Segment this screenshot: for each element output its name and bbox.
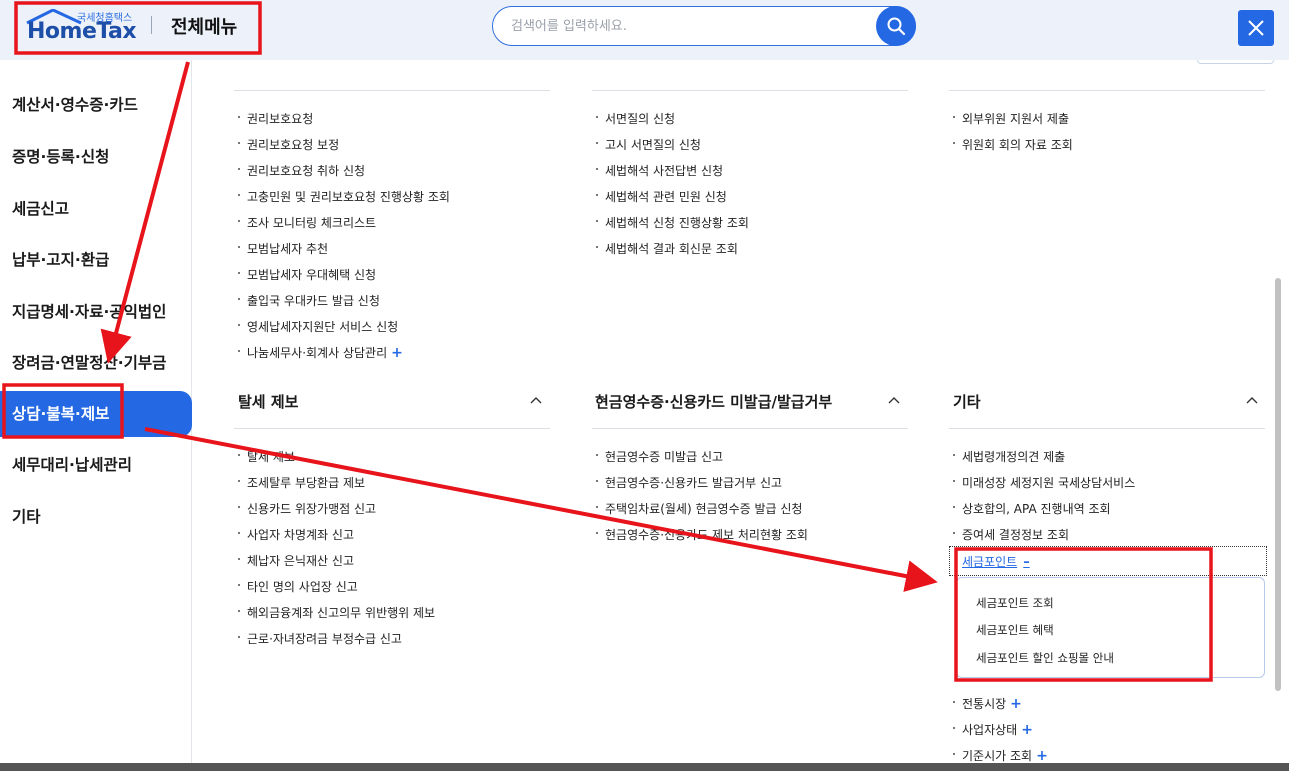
column-rule [234, 90, 550, 91]
menu-link[interactable]: 서면질의 신청 [596, 112, 749, 138]
section-rule [234, 428, 550, 429]
logo-text: HomeTax [27, 19, 137, 44]
submenu-link[interactable]: 세금포인트 할인 쇼핑몰 안내 [976, 650, 1114, 666]
sidebar-item-incentives[interactable]: 장려금·연말정산·기부금 [0, 340, 192, 386]
menu-link[interactable]: 조사 모니터링 체크리스트 [238, 216, 450, 242]
menu-list-committee: 외부위원 지원서 제출 위원회 회의 자료 조회 [953, 112, 1073, 164]
menu-link[interactable]: 현금영수증·신용카드 제보 처리현황 조회 [596, 528, 808, 554]
menu-link[interactable]: 체납자 은닉재산 신고 [238, 554, 435, 580]
menu-link[interactable]: 현금영수증·신용카드 발급거부 신고 [596, 476, 808, 502]
collapse-minus-icon: – [1023, 555, 1030, 570]
menu-list-etc: 세법령개정의견 제출 미래성장 세정지원 국세상담서비스 상호합의, APA 진… [953, 450, 1135, 554]
expand-plus-icon: + [1021, 722, 1033, 738]
close-icon [1248, 20, 1264, 36]
menu-list-rights-protection: 권리보호요청 권리보호요청 보정 권리보호요청 취하 신청 고충민원 및 권리보… [238, 112, 450, 372]
menu-list-etc-more: 전통시장 + 사업자상태 + 기준시가 조회 + [953, 697, 1048, 771]
menu-link[interactable]: 영세납세자지원단 서비스 신청 [238, 320, 450, 346]
section-rule [592, 428, 908, 429]
column-rule [592, 90, 908, 91]
menu-link-expandable[interactable]: 사업자상태 + [953, 723, 1048, 749]
chevron-up-icon[interactable] [529, 393, 543, 407]
menu-link[interactable]: 모범납세자 추천 [238, 242, 450, 268]
tax-point-toggle[interactable]: 세금포인트 – [949, 546, 1267, 576]
search-box [492, 6, 916, 46]
menu-link[interactable]: 세법해석 신청 진행상황 조회 [596, 216, 749, 242]
menu-link[interactable]: 주택임차료(월세) 현금영수증 발급 신청 [596, 502, 808, 528]
page-root: { "header": { "logo_caption": "국세청홈택스", … [0, 0, 1289, 771]
menu-link-expandable[interactable]: 나눔세무사·회계사 상담관리 + [238, 346, 450, 372]
menu-link[interactable]: 출입국 우대카드 발급 신청 [238, 294, 450, 320]
menu-link-label: 전통시장 [962, 697, 1007, 711]
menu-link[interactable]: 근로·자녀장려금 부정수급 신고 [238, 632, 435, 658]
hometax-logo[interactable]: 국세청홈택스 HomeTax [25, 9, 137, 44]
sidebar-item-tax-filing[interactable]: 세금신고 [0, 186, 192, 232]
menu-link[interactable]: 모범납세자 우대혜택 신청 [238, 268, 450, 294]
header-divider [151, 16, 152, 34]
menu-link[interactable]: 권리보호요청 보정 [238, 138, 450, 164]
sidebar-item-tax-agent[interactable]: 세무대리·납세관리 [0, 442, 192, 488]
menu-link-expandable[interactable]: 전통시장 + [953, 697, 1048, 723]
sidebar-item-etc[interactable]: 기타 [0, 494, 192, 540]
menu-link[interactable]: 세법해석 결과 회신문 조회 [596, 242, 749, 268]
menu-link[interactable]: 세법해석 관련 민원 신청 [596, 190, 749, 216]
search-input[interactable] [511, 16, 871, 36]
menu-link-label: 나눔세무사·회계사 상담관리 [247, 346, 388, 360]
menu-link[interactable]: 고시 서면질의 신청 [596, 138, 749, 164]
search-button[interactable] [876, 6, 916, 46]
menu-link[interactable]: 조세탈루 부당환급 제보 [238, 476, 435, 502]
sidebar-item-receipts-cards[interactable]: 계산서·영수증·카드 [0, 82, 192, 128]
expand-plus-icon: + [1010, 696, 1022, 712]
top-button-edge[interactable] [1197, 60, 1274, 64]
menu-link[interactable]: 고충민원 및 권리보호요청 진행상황 조회 [238, 190, 450, 216]
menu-link[interactable]: 해외금융계좌 신고의무 위반행위 제보 [238, 606, 435, 632]
menu-content: 권리보호요청 권리보호요청 보정 권리보호요청 취하 신청 고충민원 및 권리보… [192, 60, 1289, 771]
tax-point-link[interactable]: 세금포인트 – [962, 553, 1030, 570]
tax-point-label: 세금포인트 [962, 555, 1018, 569]
menu-link[interactable]: 권리보호요청 취하 신청 [238, 164, 450, 190]
sidebar-item-consult-appeal-report[interactable]: 상담·불복·제보 [0, 391, 192, 437]
scrollbar-thumb[interactable] [1275, 278, 1281, 691]
menu-link[interactable]: 세법해석 사전답변 신청 [596, 164, 749, 190]
close-button[interactable] [1238, 10, 1274, 46]
sidebar-item-payment[interactable]: 납부·고지·환급 [0, 237, 192, 283]
section-title-etc: 기타 [953, 393, 981, 411]
column-rule [949, 90, 1265, 91]
search-icon [887, 17, 906, 36]
menu-link[interactable]: 외부위원 지원서 제출 [953, 112, 1073, 138]
section-title-cash-receipt: 현금영수증·신용카드 미발급/발급거부 [595, 393, 833, 411]
chevron-up-icon[interactable] [1245, 393, 1259, 407]
menu-link[interactable]: 세법령개정의견 제출 [953, 450, 1135, 476]
menu-list-written-inquiry: 서면질의 신청 고시 서면질의 신청 세법해석 사전답변 신청 세법해석 관련 … [596, 112, 749, 268]
menu-link[interactable]: 위원회 회의 자료 조회 [953, 138, 1073, 164]
menu-link[interactable]: 타인 명의 사업장 신고 [238, 580, 435, 606]
section-title-tax-evasion: 탈세 제보 [238, 393, 299, 411]
category-sidebar: 계산서·영수증·카드 증명·등록·신청 세금신고 납부·고지·환급 지급명세·자… [0, 60, 192, 771]
menu-list-cash-receipt: 현금영수증 미발급 신고 현금영수증·신용카드 발급거부 신고 주택임차료(월세… [596, 450, 808, 554]
menu-link[interactable]: 상호합의, APA 진행내역 조회 [953, 502, 1135, 528]
top-header: 국세청홈택스 HomeTax 전체메뉴 [0, 0, 1289, 60]
menu-link-label: 기준시가 조회 [962, 749, 1033, 763]
tax-point-submenu: 세금포인트 조회 세금포인트 혜택 세금포인트 할인 쇼핑몰 안내 [956, 577, 1265, 678]
sidebar-item-certificates[interactable]: 증명·등록·신청 [0, 134, 192, 180]
menu-link[interactable]: 미래성장 세정지원 국세상담서비스 [953, 476, 1135, 502]
menu-link[interactable]: 사업자 차명계좌 신고 [238, 528, 435, 554]
submenu-link[interactable]: 세금포인트 조회 [976, 595, 1054, 611]
section-rule [949, 428, 1265, 429]
window-bottom-edge [0, 763, 1289, 771]
menu-link-label: 사업자상태 [962, 723, 1018, 737]
expand-plus-icon: + [1036, 748, 1048, 764]
sidebar-item-payment-statements[interactable]: 지급명세·자료·공익법인 [0, 289, 192, 335]
expand-plus-icon: + [391, 345, 403, 361]
chevron-up-icon[interactable] [887, 393, 901, 407]
menu-link[interactable]: 탈세 제보 [238, 450, 435, 476]
menu-link[interactable]: 권리보호요청 [238, 112, 450, 138]
menu-list-tax-evasion: 탈세 제보 조세탈루 부당환급 제보 신용카드 위장가맹점 신고 사업자 차명계… [238, 450, 435, 658]
submenu-link[interactable]: 세금포인트 혜택 [976, 622, 1054, 638]
menu-link[interactable]: 신용카드 위장가맹점 신고 [238, 502, 435, 528]
menu-link[interactable]: 현금영수증 미발급 신고 [596, 450, 808, 476]
page-title: 전체메뉴 [171, 17, 238, 38]
